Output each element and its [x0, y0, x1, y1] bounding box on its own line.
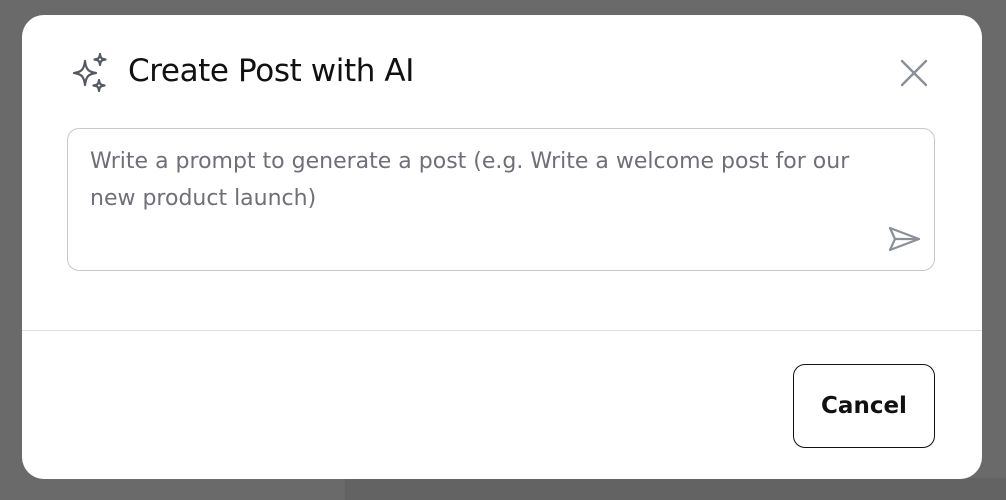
dialog-footer: Cancel — [22, 331, 982, 479]
close-button[interactable] — [894, 53, 934, 93]
prompt-field-container — [67, 128, 935, 271]
create-post-ai-dialog: Create Post with AI Cancel — [22, 15, 982, 479]
send-button[interactable] — [884, 219, 924, 259]
dialog-header: Create Post with AI — [22, 15, 982, 131]
prompt-input[interactable] — [90, 143, 870, 253]
close-icon — [900, 59, 928, 87]
sparkles-icon — [72, 52, 107, 93]
backdrop-underlay — [345, 478, 1006, 500]
dialog-title: Create Post with AI — [128, 53, 414, 89]
send-icon — [888, 226, 921, 252]
cancel-button[interactable]: Cancel — [793, 364, 935, 448]
